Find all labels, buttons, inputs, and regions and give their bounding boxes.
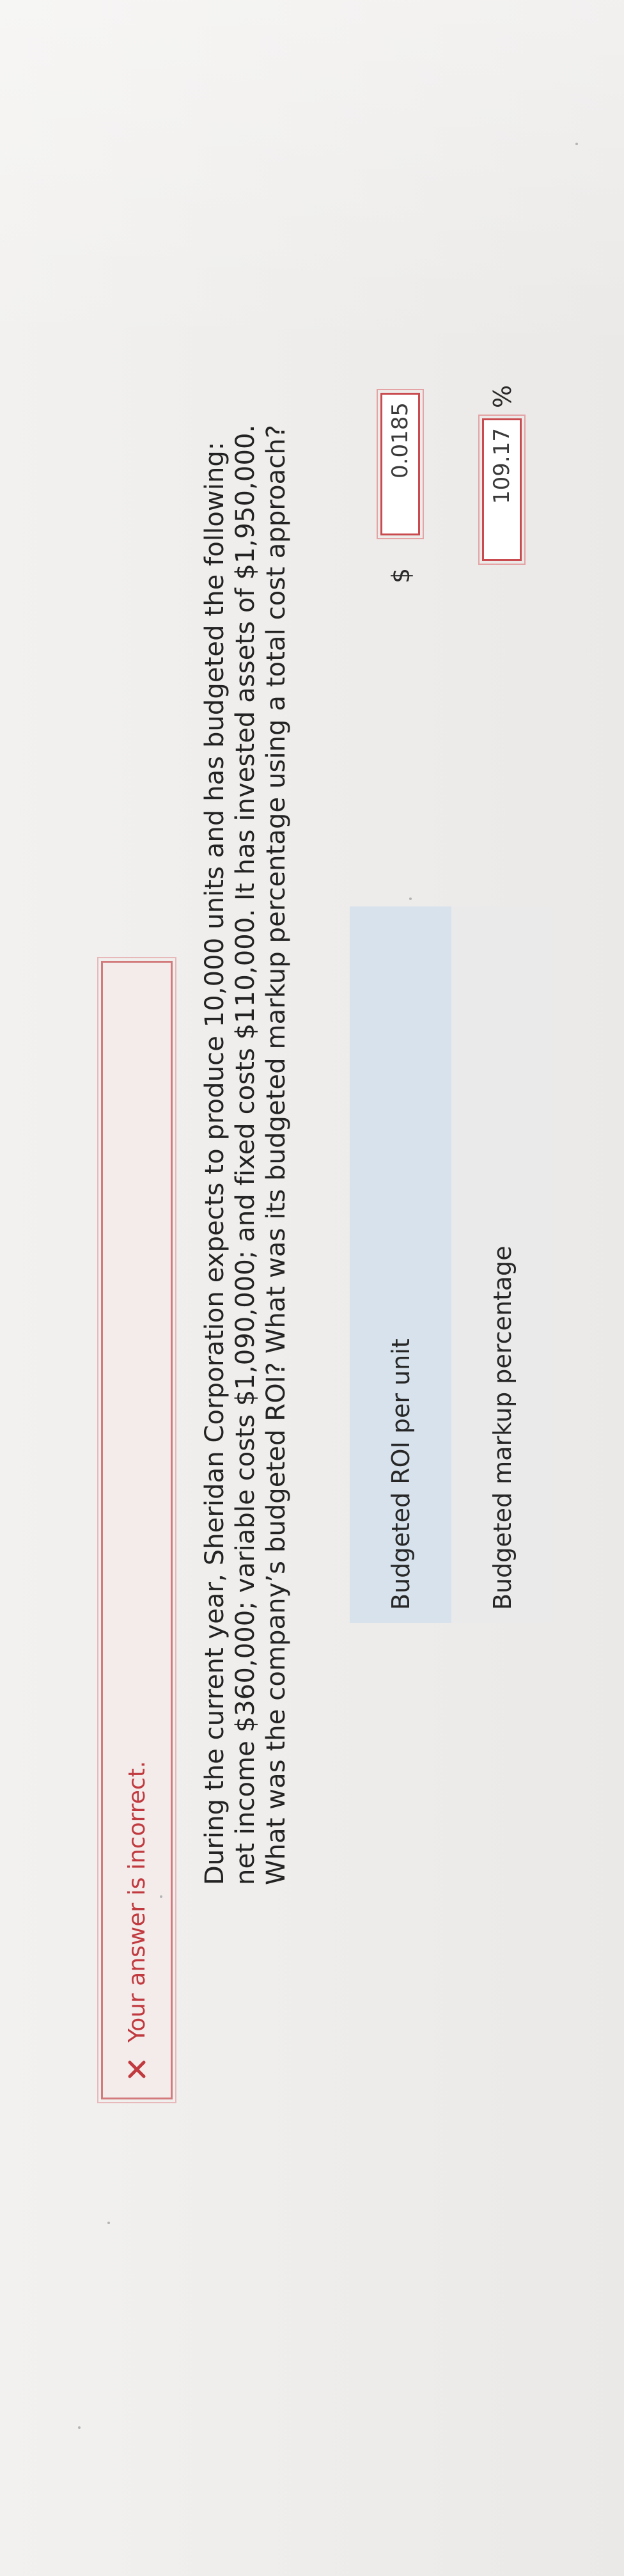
alert-message: Your answer is incorrect. <box>123 1760 150 2043</box>
dust-speck <box>160 1895 162 1898</box>
markup-label: Budgeted markup percentage <box>488 1245 517 1610</box>
paper-shadow <box>0 0 624 358</box>
roi-row: Budgeted ROI per unit $ <box>350 379 451 1623</box>
percent-sign: % <box>488 384 517 408</box>
roi-input[interactable] <box>379 379 421 549</box>
close-icon <box>125 2058 148 2081</box>
dust-speck <box>107 2222 110 2224</box>
dust-speck <box>78 2426 81 2429</box>
markup-input[interactable] <box>481 404 523 575</box>
roi-label: Budgeted ROI per unit <box>386 1338 415 1610</box>
currency-symbol: $ <box>386 567 415 583</box>
incorrect-answer-alert: Your answer is incorrect. <box>100 899 173 2161</box>
dust-speck <box>409 897 412 900</box>
question-text: During the current year, Sheridan Corpor… <box>200 424 291 1885</box>
markup-row: Budgeted markup percentage % <box>451 385 553 1623</box>
answer-block: Budgeted ROI per unit $ Budgeted markup … <box>350 379 553 1623</box>
dust-speck <box>575 143 578 145</box>
rotated-page: Your answer is incorrect. During the cur… <box>0 0 624 2576</box>
